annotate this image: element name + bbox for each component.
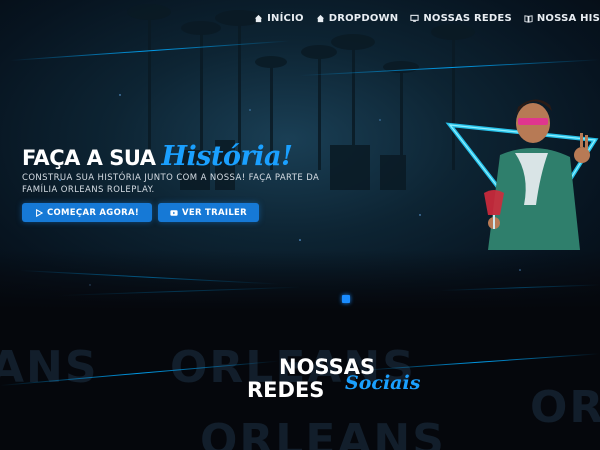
home-icon bbox=[255, 14, 263, 23]
nav-item-label: DROPDOWN bbox=[328, 13, 399, 24]
background-word: ANS bbox=[0, 342, 99, 393]
background-word: OR bbox=[530, 382, 600, 433]
play-icon bbox=[36, 208, 43, 217]
nav-item-label: INÍCIO bbox=[267, 13, 304, 24]
hero-title: FAÇA A SUA História! bbox=[22, 141, 293, 172]
nav-item-dropdown[interactable]: DROPDOWN bbox=[316, 13, 399, 24]
section-title-line-2: REDES bbox=[247, 378, 325, 402]
start-now-button[interactable]: COMEÇAR AGORA! bbox=[22, 203, 152, 222]
top-navigation: INÍCIO DROPDOWN NOSSAS REDES NOSSA HIS bbox=[254, 13, 600, 24]
monitor-icon bbox=[410, 14, 419, 22]
home-icon bbox=[316, 14, 324, 23]
nav-item-label: NOSSA HIS bbox=[536, 13, 600, 24]
nav-item-inicio[interactable]: INÍCIO bbox=[254, 13, 304, 24]
character-illustration bbox=[445, 99, 599, 250]
nav-item-label: NOSSAS REDES bbox=[423, 13, 512, 24]
nav-item-nossa-historia[interactable]: NOSSA HIS bbox=[524, 13, 600, 24]
start-now-label: COMEÇAR AGORA! bbox=[46, 207, 140, 218]
watch-trailer-button[interactable]: VER TRAILER bbox=[158, 203, 259, 222]
hero-title-main: FAÇA A SUA bbox=[22, 146, 156, 170]
slide-indicator[interactable] bbox=[342, 295, 350, 303]
watch-trailer-label: VER TRAILER bbox=[181, 207, 248, 218]
hero-title-script: História! bbox=[161, 141, 293, 172]
video-icon bbox=[170, 209, 178, 216]
book-icon bbox=[524, 15, 533, 23]
background-word: ORLEANS bbox=[200, 415, 446, 450]
section-title-script: Sociais bbox=[345, 372, 421, 394]
hero-subtitle: CONSTRUA SUA HISTÓRIA JUNTO COM A NOSSA!… bbox=[22, 173, 320, 195]
hero-fade bbox=[0, 250, 600, 310]
nav-item-nossas-redes[interactable]: NOSSAS REDES bbox=[410, 13, 512, 24]
